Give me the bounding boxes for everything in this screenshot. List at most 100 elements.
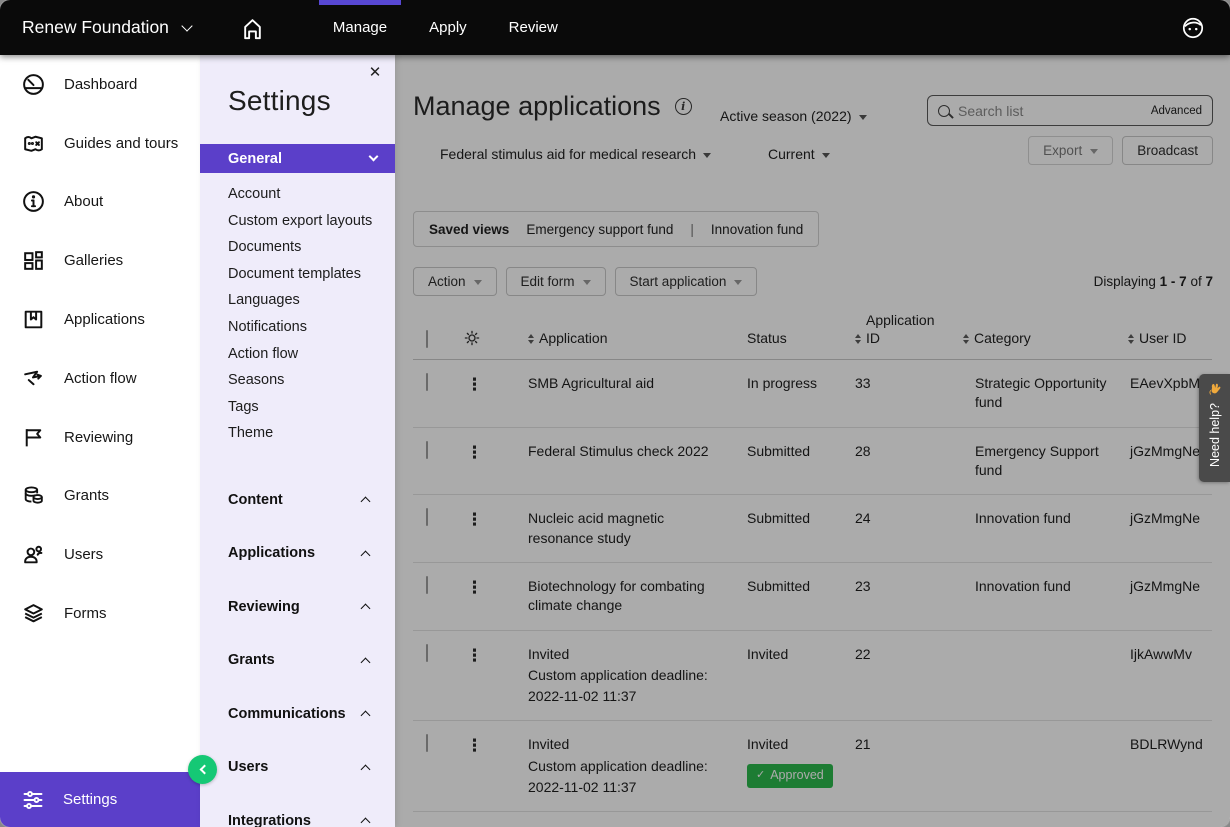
user-id-cell: jGzMmgNe [1115, 577, 1212, 616]
table-row[interactable]: ⋮ Federal Stimulus check 2022 Submitted … [413, 428, 1212, 496]
sidebar-item-label: Dashboard [64, 76, 137, 93]
settings-subitem[interactable]: Theme [200, 420, 395, 447]
settings-section-general[interactable]: General [200, 144, 395, 173]
settings-section[interactable]: Grants [200, 633, 395, 687]
settings-subitem[interactable]: Languages [200, 287, 395, 314]
sidebar-item-settings[interactable]: Settings [0, 772, 200, 827]
settings-section[interactable]: Communications [200, 687, 395, 741]
season-selector[interactable]: Active season (2022) [720, 108, 867, 124]
table-row[interactable]: ⋮ Nucleic acid magnetic resonance study … [413, 495, 1212, 563]
column-settings-button[interactable] [449, 329, 513, 347]
tab-review-label: Review [509, 19, 558, 36]
edit-form-dropdown-button[interactable]: Edit form [506, 267, 606, 296]
fund-selector[interactable]: Federal stimulus aid for medical researc… [440, 146, 711, 162]
user-avatar-button[interactable] [1180, 15, 1206, 41]
sidebar-item-guides[interactable]: Guides and tours [0, 114, 200, 173]
kebab-menu-icon[interactable]: ⋮ [449, 737, 513, 797]
sort-icon [963, 334, 969, 345]
settings-section[interactable]: Integrations [200, 794, 395, 827]
settings-general-items: Account Custom export layouts Documents … [200, 181, 395, 447]
settings-section[interactable]: Content [200, 473, 395, 527]
kebab-menu-icon[interactable]: ⋮ [449, 444, 513, 481]
sidebar-item-galleries[interactable]: Galleries [0, 231, 200, 290]
application-title: Biotechnology for combating climate chan… [528, 577, 732, 616]
table-row[interactable]: ⋮ SMB Agricultural aid In progress 33 St… [413, 360, 1212, 428]
current-selector[interactable]: Current [768, 146, 830, 162]
status-text: Submitted [747, 509, 810, 528]
start-application-dropdown-button[interactable]: Start application [615, 267, 758, 296]
saved-views-separator: | [690, 222, 694, 237]
sidebar-item-action-flow[interactable]: Action flow [0, 349, 200, 408]
deadline-label: Custom application deadline: [528, 757, 732, 776]
home-icon [239, 14, 266, 41]
settings-section[interactable]: Applications [200, 526, 395, 580]
table-row[interactable]: ⋮ Invited Custom application deadline: 2… [413, 721, 1212, 812]
settings-subitem[interactable]: Custom export layouts [200, 208, 395, 235]
action-dropdown-button[interactable]: Action [413, 267, 497, 296]
table-row[interactable]: ⋮ Invited Custom application deadline: 2… [413, 631, 1212, 722]
saved-view-emergency[interactable]: Emergency support fund [526, 222, 673, 237]
column-header-application-id[interactable]: Application ID [840, 312, 958, 347]
export-button[interactable]: Export [1028, 136, 1113, 165]
column-header-user-id[interactable]: User ID [1115, 330, 1212, 348]
kebab-menu-icon[interactable]: ⋮ [449, 511, 513, 548]
tab-review[interactable]: Review [497, 0, 570, 55]
info-icon[interactable]: i [675, 98, 692, 115]
collapse-drawer-button[interactable] [188, 755, 217, 784]
tab-manage[interactable]: Manage [321, 0, 399, 55]
chevron-down-icon [181, 20, 192, 31]
search-input[interactable] [958, 103, 1143, 119]
tab-apply[interactable]: Apply [417, 0, 479, 55]
settings-title: Settings [228, 85, 395, 117]
select-all-checkbox[interactable] [426, 330, 428, 348]
broadcast-button[interactable]: Broadcast [1122, 136, 1213, 165]
sidebar-item-reviewing[interactable]: Reviewing [0, 408, 200, 467]
row-checkbox[interactable] [426, 734, 428, 752]
settings-subitem[interactable]: Document templates [200, 261, 395, 288]
settings-subitem[interactable]: Account [200, 181, 395, 208]
need-help-tab[interactable]: Need help? [1199, 374, 1230, 482]
settings-subitem[interactable]: Seasons [200, 367, 395, 394]
application-cell: Invited Custom application deadline: 202… [513, 735, 732, 797]
sidebar-item-dashboard[interactable]: Dashboard [0, 55, 200, 114]
advanced-search-link[interactable]: Advanced [1151, 105, 1202, 117]
settings-section[interactable]: Users [200, 740, 395, 794]
application-id-cell: 21 [840, 735, 958, 797]
settings-subitem[interactable]: Documents [200, 234, 395, 261]
settings-section-label: General [228, 151, 282, 167]
row-checkbox[interactable] [426, 508, 428, 526]
application-cell: Federal Stimulus check 2022 [513, 442, 732, 481]
kebab-menu-icon[interactable]: ⋮ [449, 647, 513, 707]
sidebar-item-about[interactable]: About [0, 173, 200, 232]
row-checkbox[interactable] [426, 373, 428, 391]
home-button[interactable] [239, 14, 266, 41]
table-row[interactable]: ⋮ Biotechnology for combating climate ch… [413, 563, 1212, 631]
settings-section-label: Applications [228, 545, 315, 561]
sidebar-item-forms[interactable]: Forms [0, 584, 200, 643]
column-header-application[interactable]: Application [513, 330, 732, 348]
row-checkbox[interactable] [426, 441, 428, 459]
sidebar-item-applications[interactable]: Applications [0, 290, 200, 349]
kebab-menu-icon[interactable]: ⋮ [449, 376, 513, 413]
settings-subitem[interactable]: Notifications [200, 314, 395, 341]
saved-view-innovation[interactable]: Innovation fund [711, 222, 803, 237]
settings-section-label: Content [228, 492, 283, 508]
row-checkbox[interactable] [426, 576, 428, 594]
close-icon[interactable]: ✕ [365, 63, 385, 83]
org-switcher[interactable]: Renew Foundation [22, 17, 191, 38]
coins-icon [21, 483, 46, 508]
column-header-category[interactable]: Category [958, 330, 1115, 348]
application-cell: Nucleic acid magnetic resonance study [513, 509, 732, 548]
application-title: SMB Agricultural aid [528, 374, 732, 393]
status-text: Invited [747, 735, 788, 754]
kebab-menu-icon[interactable]: ⋮ [449, 579, 513, 616]
settings-subitem[interactable]: Tags [200, 394, 395, 421]
edit-form-button-label: Edit form [521, 274, 575, 289]
settings-subitem[interactable]: Action flow [200, 341, 395, 368]
search-icon [938, 105, 950, 117]
sidebar-item-users[interactable]: Users [0, 525, 200, 584]
sidebar-item-grants[interactable]: Grants [0, 467, 200, 526]
settings-section[interactable]: Reviewing [200, 580, 395, 634]
status-cell: Invited ✓ Approved [732, 735, 840, 797]
row-checkbox[interactable] [426, 644, 428, 662]
